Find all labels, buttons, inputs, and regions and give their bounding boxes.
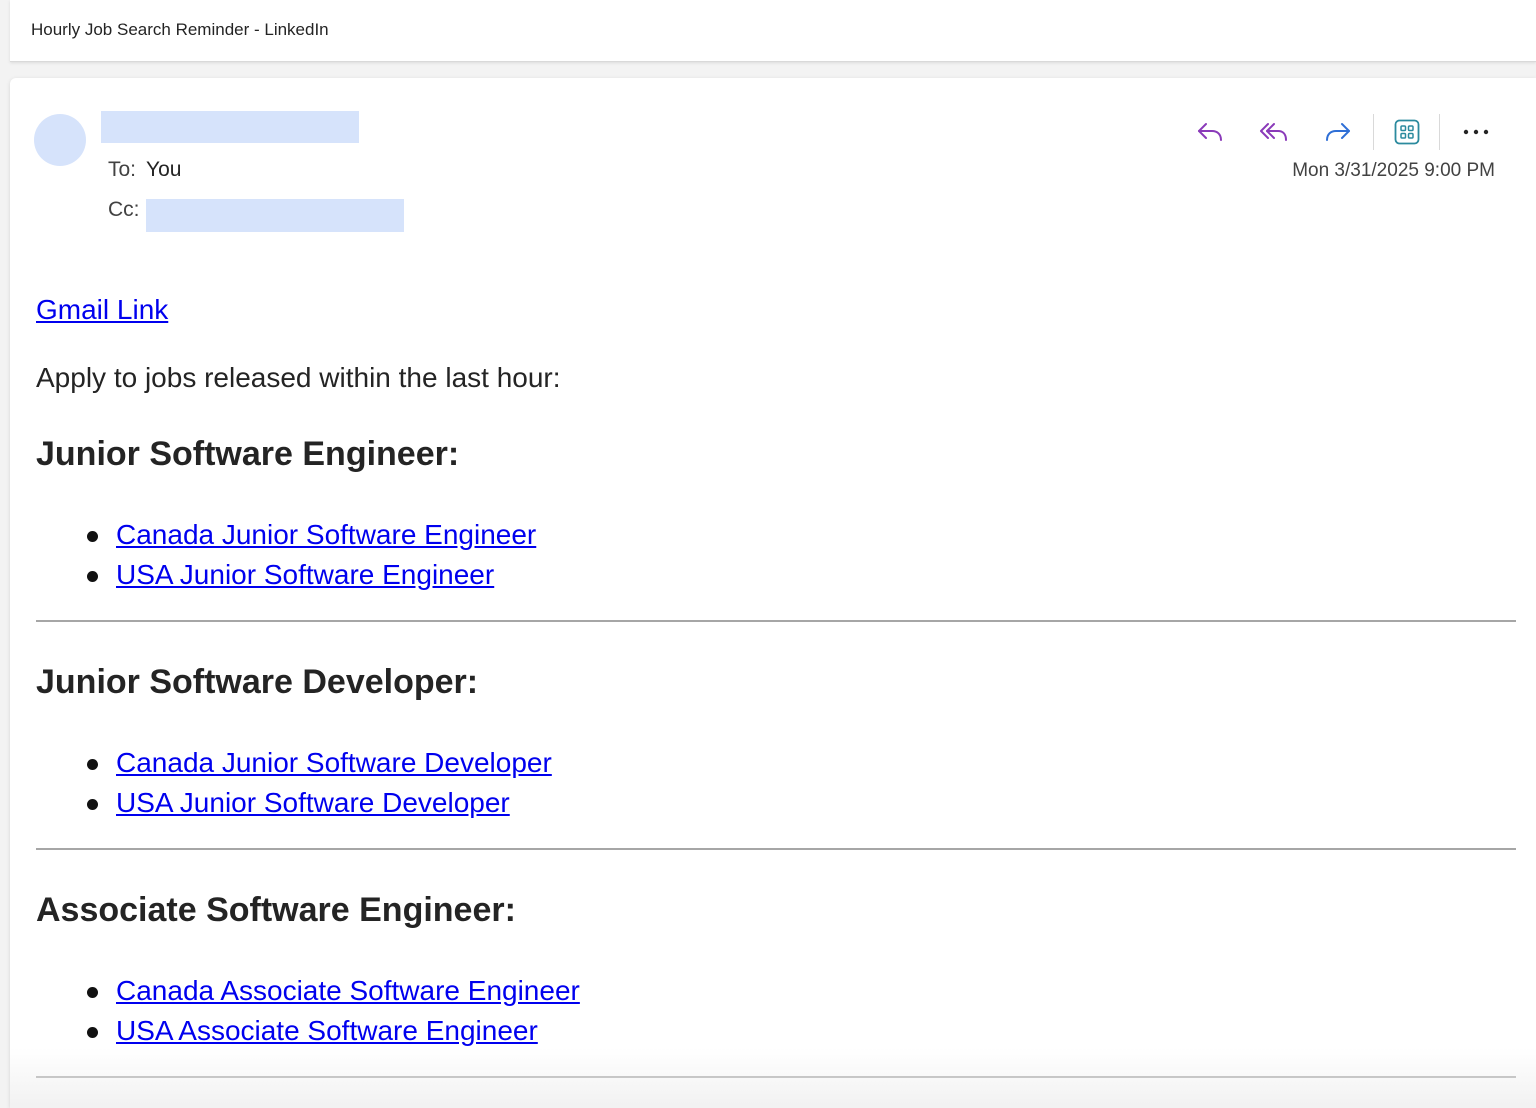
- sender-avatar[interactable]: [34, 114, 86, 166]
- job-link-list: Canada Junior Software Engineer USA Juni…: [36, 515, 1516, 595]
- job-link-list: Canada Junior Software Developer USA Jun…: [36, 743, 1516, 823]
- message-date: Mon 3/31/2025 9:00 PM: [1292, 160, 1495, 181]
- list-item: USA Associate Software Engineer: [87, 1011, 1516, 1051]
- action-divider: [1373, 114, 1374, 150]
- gmail-link[interactable]: Gmail Link: [36, 293, 168, 327]
- reply-all-button[interactable]: [1254, 112, 1294, 152]
- list-item: Canada Junior Software Engineer: [87, 515, 1516, 555]
- reading-pane-header: Hourly Job Search Reminder - LinkedIn: [10, 0, 1536, 62]
- message-subject: Hourly Job Search Reminder - LinkedIn: [31, 20, 329, 39]
- job-link[interactable]: Canada Junior Software Engineer: [116, 519, 536, 550]
- section-heading: Junior Software Engineer:: [36, 435, 460, 474]
- section-divider: [36, 847, 1516, 850]
- section-heading: Junior Software Developer:: [36, 662, 479, 701]
- to-line: To: You: [108, 158, 181, 182]
- message-card: To: You Cc: Mon 3/31/2025 9:00 PM Gmail …: [10, 78, 1536, 1108]
- list-item: USA Junior Software Developer: [87, 783, 1516, 823]
- reply-all-icon: [1260, 123, 1287, 141]
- forward-icon: [1326, 123, 1350, 141]
- more-icon: [1463, 129, 1489, 135]
- list-item: Canada Associate Software Engineer: [87, 971, 1516, 1011]
- section-junior-software-developer: Junior Software Developer: Canada Junior…: [36, 662, 1516, 850]
- to-label: To:: [108, 158, 137, 181]
- cc-recipient-redacted[interactable]: [146, 199, 404, 232]
- job-link[interactable]: USA Junior Software Developer: [116, 787, 510, 818]
- cc-label: Cc:: [108, 198, 140, 221]
- job-link[interactable]: USA Associate Software Engineer: [116, 1015, 538, 1046]
- apps-button[interactable]: [1387, 112, 1427, 152]
- list-item: Canada Junior Software Developer: [87, 743, 1516, 783]
- more-actions-button[interactable]: [1456, 112, 1496, 152]
- job-link[interactable]: Canada Associate Software Engineer: [116, 975, 580, 1006]
- message-body: Gmail Link Apply to jobs released within…: [36, 293, 1516, 1078]
- apps-grid-icon: [1394, 119, 1420, 145]
- reply-button[interactable]: [1190, 112, 1230, 152]
- list-item: USA Junior Software Engineer: [87, 555, 1516, 595]
- job-link[interactable]: USA Junior Software Engineer: [116, 559, 494, 590]
- section-heading: Associate Software Engineer:: [36, 890, 516, 929]
- section-divider: [36, 1075, 1516, 1078]
- action-divider: [1439, 114, 1440, 150]
- forward-button[interactable]: [1318, 112, 1358, 152]
- job-link[interactable]: Canada Junior Software Developer: [116, 747, 552, 778]
- to-recipient[interactable]: You: [146, 158, 181, 181]
- section-associate-software-engineer: Associate Software Engineer: Canada Asso…: [36, 890, 1516, 1078]
- job-link-list: Canada Associate Software Engineer USA A…: [36, 971, 1516, 1051]
- intro-text: Apply to jobs released within the last h…: [36, 361, 561, 393]
- reply-icon: [1198, 123, 1222, 141]
- section-junior-software-engineer: Junior Software Engineer: Canada Junior …: [36, 434, 1516, 622]
- section-divider: [36, 619, 1516, 622]
- sender-name-redacted[interactable]: [101, 111, 359, 143]
